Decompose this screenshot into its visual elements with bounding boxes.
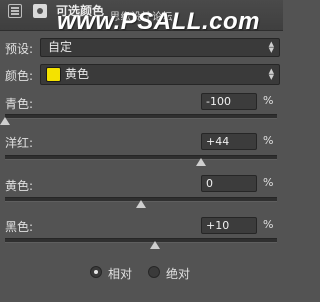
absolute-radio[interactable] [148, 266, 160, 278]
magenta-input[interactable]: +44 [201, 133, 257, 150]
yellow-label: 黄色: [5, 179, 34, 193]
color-swatch-icon [46, 67, 61, 82]
layer-mask-icon[interactable] [33, 4, 47, 18]
properties-header: 可选颜色 思缘设计论坛 www.PSALL.com [0, 0, 283, 35]
cyan-slider-track[interactable] [5, 114, 277, 119]
cyan-label: 青色: [5, 97, 34, 111]
black-slider-track[interactable] [5, 238, 277, 243]
colors-dropdown[interactable]: 黄色 ▲ ▼ [40, 64, 280, 85]
cyan-input[interactable]: -100 [201, 93, 257, 110]
preset-label: 预设: [5, 42, 34, 56]
colors-value: 黄色 [65, 67, 90, 81]
black-slider-thumb[interactable] [149, 241, 160, 249]
absolute-label[interactable]: 绝对 [166, 265, 190, 282]
selective-color-panel: 可选颜色 思缘设计论坛 www.PSALL.com 预设: 自定 ▲ ▼ 颜色: … [0, 0, 283, 302]
black-input[interactable]: +10 [201, 217, 257, 234]
magenta-slider-thumb[interactable] [195, 158, 206, 166]
relative-radio[interactable] [90, 266, 102, 278]
watermark-logo: www.PSALL.com [57, 8, 260, 35]
black-label: 黑色: [5, 220, 34, 234]
yellow-slider-thumb[interactable] [136, 200, 146, 208]
magenta-slider-track[interactable] [5, 155, 277, 160]
cyan-slider-thumb[interactable] [0, 117, 10, 125]
updown-arrow-icon: ▲ ▼ [268, 40, 274, 54]
magenta-label: 洋红: [5, 136, 34, 150]
preset-dropdown[interactable]: 自定 ▲ ▼ [40, 38, 280, 57]
yellow-percent-unit: % [263, 176, 274, 189]
colors-label: 颜色: [5, 69, 34, 83]
cyan-percent-unit: % [263, 94, 274, 107]
black-percent-unit: % [263, 218, 274, 231]
yellow-input[interactable]: 0 [201, 175, 257, 192]
updown-arrow-icon: ▲ ▼ [268, 67, 274, 81]
magenta-percent-unit: % [263, 134, 274, 147]
adjustment-layer-icon[interactable] [8, 4, 22, 18]
preset-value: 自定 [48, 40, 73, 54]
relative-label[interactable]: 相对 [108, 265, 132, 282]
